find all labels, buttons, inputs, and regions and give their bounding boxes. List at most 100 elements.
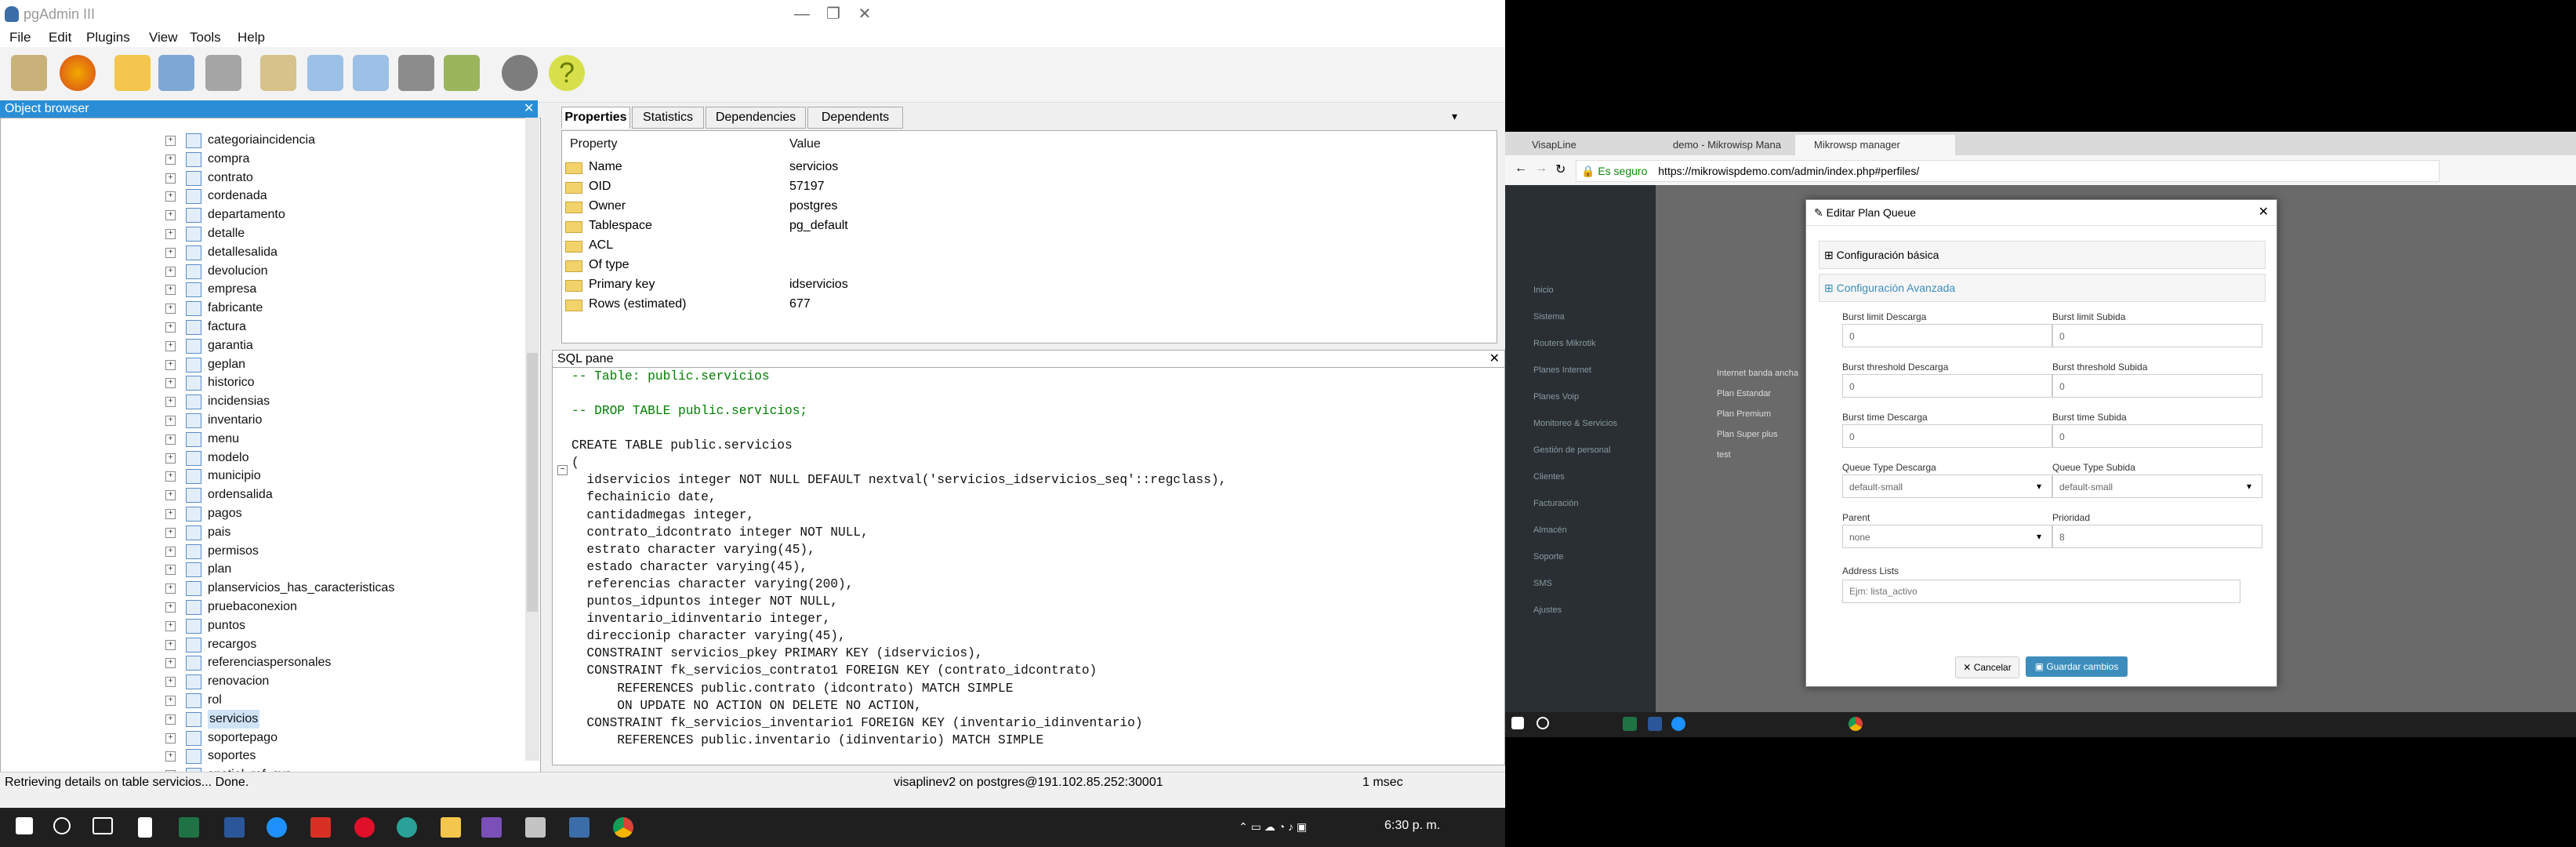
sidebar-item[interactable]: Almacén — [1533, 525, 1567, 535]
expand-icon[interactable]: + — [165, 247, 176, 258]
search-icon[interactable] — [53, 817, 71, 834]
expand-icon[interactable]: + — [165, 229, 176, 239]
chrome-icon[interactable] — [613, 817, 633, 838]
expand-icon[interactable]: + — [165, 266, 176, 277]
expand-icon[interactable]: + — [165, 527, 176, 538]
url-input[interactable]: 🔒 Es seguro https://mikrowispdemo.com/ad… — [1576, 160, 2440, 182]
expand-icon[interactable]: + — [165, 714, 176, 725]
expand-icon[interactable]: + — [165, 154, 176, 165]
text-field[interactable]: 0 — [1842, 374, 2052, 398]
expand-icon[interactable]: + — [165, 453, 176, 463]
excel-icon[interactable] — [1623, 717, 1637, 731]
expand-icon[interactable]: + — [165, 471, 176, 482]
expand-icon[interactable]: + — [165, 583, 176, 594]
expand-icon[interactable]: + — [165, 136, 176, 146]
menu-help[interactable]: Help — [238, 30, 265, 45]
expand-icon[interactable]: + — [165, 751, 176, 762]
text-field[interactable]: 0 — [2052, 424, 2262, 448]
expand-icon[interactable]: + — [165, 620, 176, 631]
expand-icon[interactable]: + — [165, 565, 176, 576]
app-icon[interactable] — [397, 817, 417, 838]
sidebar-item[interactable]: Monitoreo & Servicios — [1533, 419, 1617, 428]
expand-icon[interactable]: + — [165, 434, 176, 445]
expand-icon[interactable]: + — [165, 639, 176, 650]
tab-dependencies[interactable]: Dependencies — [706, 107, 806, 129]
sidebar-item[interactable]: Gestión de personal — [1533, 445, 1610, 455]
object-tree[interactable]: + categoriaincidencia + compra + contrato + cor… — [0, 118, 541, 781]
sql-icon[interactable] — [260, 55, 296, 91]
tab-dependents[interactable]: Dependents — [807, 107, 903, 129]
save-button[interactable]: ▣ Guardar cambios — [2026, 656, 2128, 677]
menu-file[interactable]: File — [9, 30, 31, 45]
properties-icon[interactable] — [158, 55, 194, 91]
expand-icon[interactable]: + — [165, 490, 176, 501]
expand-icon[interactable]: + — [165, 509, 176, 519]
menu-edit[interactable]: Edit — [49, 30, 71, 45]
maintenance-icon[interactable] — [398, 55, 434, 91]
expand-icon[interactable]: + — [165, 602, 176, 613]
close-icon[interactable]: ✕ — [1489, 351, 1500, 368]
text-field[interactable]: 0 — [2052, 374, 2262, 398]
expand-icon[interactable]: + — [165, 173, 176, 184]
text-field[interactable]: 0 — [1842, 424, 2052, 448]
expand-icon[interactable]: + — [165, 397, 176, 408]
expand-icon[interactable]: + — [165, 732, 176, 743]
edge-icon[interactable] — [1671, 717, 1685, 731]
expand-icon[interactable]: + — [165, 285, 176, 296]
sidebar-item[interactable]: Planes Voip — [1533, 392, 1579, 402]
store-icon[interactable] — [138, 817, 152, 838]
folder-icon[interactable] — [114, 55, 151, 91]
app2-icon[interactable] — [525, 817, 546, 838]
address-lists-input[interactable] — [1842, 580, 2240, 603]
windows-start-icon[interactable] — [1511, 717, 1524, 729]
expand-icon[interactable]: + — [165, 340, 176, 351]
expand-icon[interactable]: + — [165, 322, 176, 333]
word-icon[interactable] — [1648, 717, 1662, 731]
text-field[interactable]: 0 — [2052, 324, 2262, 347]
close-icon[interactable]: ✕ — [2259, 200, 2269, 225]
expand-icon[interactable]: + — [165, 658, 176, 669]
menu-plugins[interactable]: Plugins — [86, 30, 130, 45]
plugins-icon[interactable] — [444, 55, 480, 91]
edge-icon[interactable] — [267, 817, 287, 838]
tab-statistics[interactable]: Statistics — [632, 107, 704, 129]
reload-icon[interactable]: ↻ — [1555, 162, 1566, 177]
cancel-button[interactable]: ✕ Cancelar — [1955, 656, 2019, 678]
sidebar-item[interactable]: Planes Internet — [1533, 365, 1591, 375]
sidebar-item[interactable]: Clientes — [1533, 472, 1565, 482]
visual-studio-icon[interactable] — [481, 817, 502, 838]
pgadmin-task-icon[interactable] — [569, 817, 590, 838]
view-data-icon[interactable] — [307, 55, 343, 91]
connect-icon[interactable] — [11, 55, 47, 91]
explorer-icon[interactable] — [441, 817, 461, 838]
expand-icon[interactable]: + — [165, 378, 176, 389]
search-icon[interactable] — [1537, 717, 1549, 729]
delete-icon[interactable] — [205, 55, 241, 91]
opera-icon[interactable] — [354, 817, 375, 838]
sidebar-item[interactable]: Sistema — [1533, 312, 1565, 322]
close-icon[interactable]: ✕ — [524, 100, 534, 116]
sidebar-item[interactable]: Facturación — [1533, 499, 1578, 508]
section-basic[interactable]: ⊞ Configuración básica — [1819, 241, 2266, 269]
filter-data-icon[interactable] — [353, 55, 389, 91]
tab-dropdown-icon[interactable]: ▾ — [1452, 110, 1457, 123]
word-icon[interactable] — [224, 817, 245, 838]
menu-view[interactable]: View — [149, 30, 178, 45]
expand-icon[interactable]: + — [165, 546, 176, 557]
browser-tab[interactable]: VisapLine — [1513, 135, 1665, 155]
sidebar-item[interactable]: Inicio — [1533, 285, 1554, 295]
text-field[interactable]: 0 — [1842, 324, 2052, 347]
expand-icon[interactable]: + — [165, 677, 176, 688]
select-field[interactable]: none — [1842, 525, 2052, 548]
tab-properties[interactable]: Properties — [561, 107, 630, 129]
windows-start-icon[interactable] — [16, 817, 33, 834]
help-icon[interactable]: ? — [549, 55, 585, 91]
refresh-icon[interactable] — [60, 55, 96, 91]
select-field[interactable]: default-small — [2052, 474, 2262, 498]
sidebar-item[interactable]: Ajustes — [1533, 605, 1562, 615]
forward-icon[interactable]: → — [1535, 162, 1547, 176]
fold-icon[interactable]: − — [557, 465, 568, 475]
chrome-icon[interactable] — [1849, 717, 1863, 731]
browser-tab[interactable]: demo - Mikrowisp Mana — [1654, 135, 1806, 155]
expand-icon[interactable]: + — [165, 359, 176, 370]
